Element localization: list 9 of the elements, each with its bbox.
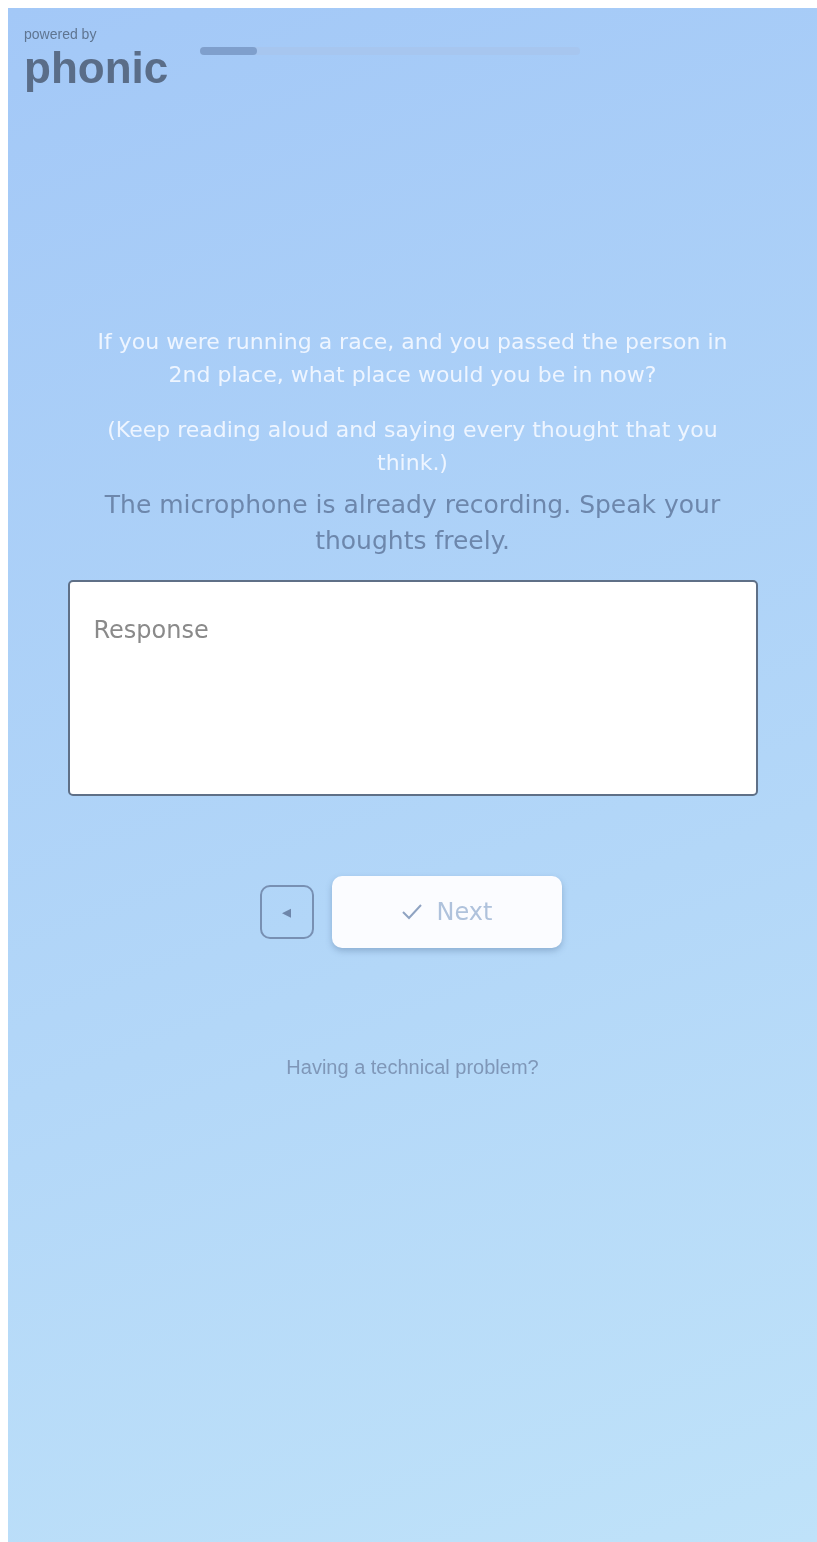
powered-by-caption: powered by [24, 26, 98, 42]
response-field[interactable]: Response [67, 579, 758, 796]
back-button[interactable]: ◂ [259, 884, 314, 939]
logo: phonic [24, 46, 169, 90]
help-link[interactable]: Having a technical problem? [286, 1055, 539, 1079]
checkmark-icon [400, 902, 423, 921]
instruction-text: (Keep reading aloud and saying every thought that you think.) [106, 416, 719, 477]
question-text: If you were running a race, and you passed the person in 2nd place, what place would you be in now? [96, 328, 729, 389]
recording-notice: The microphone is already recording. Speak your thoughts freely. [103, 489, 722, 558]
